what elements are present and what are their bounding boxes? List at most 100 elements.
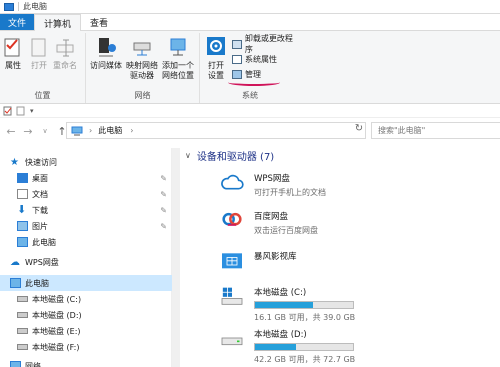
nav-network[interactable]: 网络 [0, 358, 172, 367]
nav-drive-c[interactable]: 本地磁盘 (C:) [0, 291, 172, 307]
cloud-icon [221, 174, 244, 190]
properties-button[interactable]: 属性 [3, 36, 23, 71]
item-subtitle: 可打开手机上的文档 [254, 188, 326, 197]
item-wps-drive[interactable]: WPS网盘 可打开手机上的文档 [218, 172, 326, 198]
group-label-network: 网络 [134, 91, 151, 100]
baidu-drive-icon [222, 212, 242, 226]
dropdown-icon[interactable]: ▾ [30, 107, 34, 115]
nav-item-downloads[interactable]: ⬇ 下载 ✎ [0, 202, 172, 218]
section-header[interactable]: ∨ 设备和驱动器 (7) [185, 148, 274, 163]
nav-label: 文档 [32, 189, 48, 199]
desktop-icon [17, 173, 28, 183]
divider [18, 2, 19, 11]
nav-item-this-pc[interactable]: 此电脑 [0, 234, 172, 250]
item-name: 本地磁盘 (D:) [254, 330, 307, 340]
item-baofeng-library[interactable]: 暴风影视库 [218, 250, 297, 270]
settings-icon [206, 36, 226, 58]
item-drive-d[interactable]: 本地磁盘 (D:) 42.2 GB 可用，共 72.7 GB [218, 328, 355, 365]
nav-drive-e[interactable]: 本地磁盘 (E:) [0, 323, 172, 339]
nav-label: 快速访问 [25, 157, 57, 167]
chevron-right-icon: › [89, 126, 93, 135]
item-subtitle: 16.1 GB 可用，共 39.0 GB [254, 313, 356, 322]
nav-item-desktop[interactable]: 桌面 ✎ [0, 170, 172, 186]
section-title: 设备和驱动器 (7) [196, 152, 275, 163]
nav-wps-drive[interactable]: ☁ WPS网盘 [0, 254, 172, 270]
drive-icon [17, 344, 28, 350]
navigation-pane: ★ 快速访问 桌面 ✎ 文档 ✎ ⬇ 下载 ✎ 图片 ✎ 此电脑 ☁ WPS网盘… [0, 148, 172, 367]
content-pane: ∨ 设备和驱动器 (7) WPS网盘 可打开手机上的文档 百度网盘 双击运行百度… [180, 142, 500, 367]
search-input[interactable]: 搜索"此电脑" [371, 122, 500, 139]
address-box[interactable]: › 此电脑 › [66, 122, 366, 139]
pin-icon[interactable]: ✎ [160, 174, 167, 183]
network-drive-icon [132, 36, 152, 58]
map-drive-label-1: 映射网络 [126, 61, 158, 70]
nav-quick-access[interactable]: ★ 快速访问 [0, 154, 172, 170]
properties-label: 属性 [5, 61, 21, 70]
star-icon: ★ [10, 157, 19, 168]
uninstall-icon [232, 39, 242, 49]
back-arrow-icon[interactable]: ← [5, 125, 17, 138]
recent-dropdown-icon[interactable]: ∨ [39, 127, 51, 135]
system-properties-button[interactable]: 系统属性 [232, 53, 277, 65]
group-label-system: 系统 [242, 91, 258, 100]
drive-icon [17, 328, 28, 334]
nav-label: 此电脑 [32, 237, 56, 247]
open-label: 打开 [31, 61, 47, 70]
item-drive-c[interactable]: 本地磁盘 (C:) 16.1 GB 可用，共 39.0 GB [218, 286, 355, 323]
add-network-location-button[interactable]: 添加一个 网络位置 [162, 36, 194, 81]
group-label-location: 位置 [34, 91, 51, 100]
nav-item-pictures[interactable]: 图片 ✎ [0, 218, 172, 234]
nav-label: 此电脑 [25, 278, 49, 288]
nav-scrollbar[interactable] [172, 148, 180, 367]
map-drive-button[interactable]: 映射网络 驱动器 [126, 36, 158, 81]
drive-icon [17, 312, 28, 318]
nav-drive-d[interactable]: 本地磁盘 (D:) [0, 307, 172, 323]
media-icon [96, 36, 116, 58]
open-settings-button[interactable]: 打开 设置 [206, 36, 226, 81]
checklist-icon [232, 54, 242, 64]
pin-icon[interactable]: ✎ [160, 206, 167, 215]
nav-label: WPS网盘 [25, 257, 59, 267]
open-button[interactable]: 打开 [29, 36, 49, 71]
nav-item-documents[interactable]: 文档 ✎ [0, 186, 172, 202]
rename-button[interactable]: 重命名 [53, 36, 77, 71]
refresh-icon[interactable]: ↻ [352, 123, 366, 137]
tab-file[interactable]: 文件 [0, 14, 34, 30]
uninstall-label: 卸载或更改程序 [244, 34, 293, 54]
title-bar: 此电脑 [0, 0, 500, 14]
uninstall-button[interactable]: 卸载或更改程序 [232, 34, 300, 54]
item-name: 百度网盘 [254, 212, 289, 222]
chevron-down-icon: ∨ [185, 151, 191, 160]
item-baidu-drive[interactable]: 百度网盘 双击运行百度网盘 [218, 210, 318, 236]
nav-label: 网络 [25, 361, 41, 367]
access-media-button[interactable]: 访问媒体 [90, 36, 122, 71]
pin-icon[interactable]: ✎ [160, 222, 167, 231]
nav-label: 本地磁盘 (E:) [32, 326, 81, 336]
address-path[interactable]: 此电脑 [98, 125, 122, 136]
add-location-label-2: 网络位置 [162, 71, 194, 80]
nav-label: 本地磁盘 (F:) [32, 342, 80, 352]
item-subtitle: 双击运行百度网盘 [254, 226, 318, 235]
documents-icon [17, 189, 28, 199]
download-icon: ⬇ [17, 203, 27, 216]
system-properties-label: 系统属性 [245, 54, 277, 64]
nav-label: 桌面 [32, 173, 48, 183]
new-folder-icon[interactable] [16, 106, 26, 116]
nav-label: 下载 [32, 205, 48, 215]
ribbon: 属性 打开 重命名 位置 访问媒体 映射网络 驱动器 添加一个 网络位置 网络 … [0, 31, 500, 104]
properties-icon[interactable] [3, 106, 13, 116]
group-network: 访问媒体 映射网络 驱动器 添加一个 网络位置 网络 [86, 33, 200, 103]
file-explorer-window: 此电脑 文件 计算机 查看 属性 打开 重命名 位置 访问媒体 映射网络 驱动器… [0, 0, 500, 367]
forward-arrow-icon[interactable]: → [22, 125, 34, 138]
tab-view[interactable]: 查看 [81, 14, 117, 30]
nav-drive-f[interactable]: 本地磁盘 (F:) [0, 339, 172, 355]
drive-usage-bar [254, 343, 354, 351]
pictures-icon [17, 221, 28, 231]
item-name: WPS网盘 [254, 174, 290, 184]
nav-this-pc-selected[interactable]: 此电脑 [0, 275, 172, 291]
open-icon [29, 36, 49, 58]
pin-icon[interactable]: ✎ [160, 190, 167, 199]
window-title: 此电脑 [23, 2, 47, 11]
quick-access-toolbar: ▾ [0, 104, 500, 118]
properties-icon [3, 36, 23, 58]
